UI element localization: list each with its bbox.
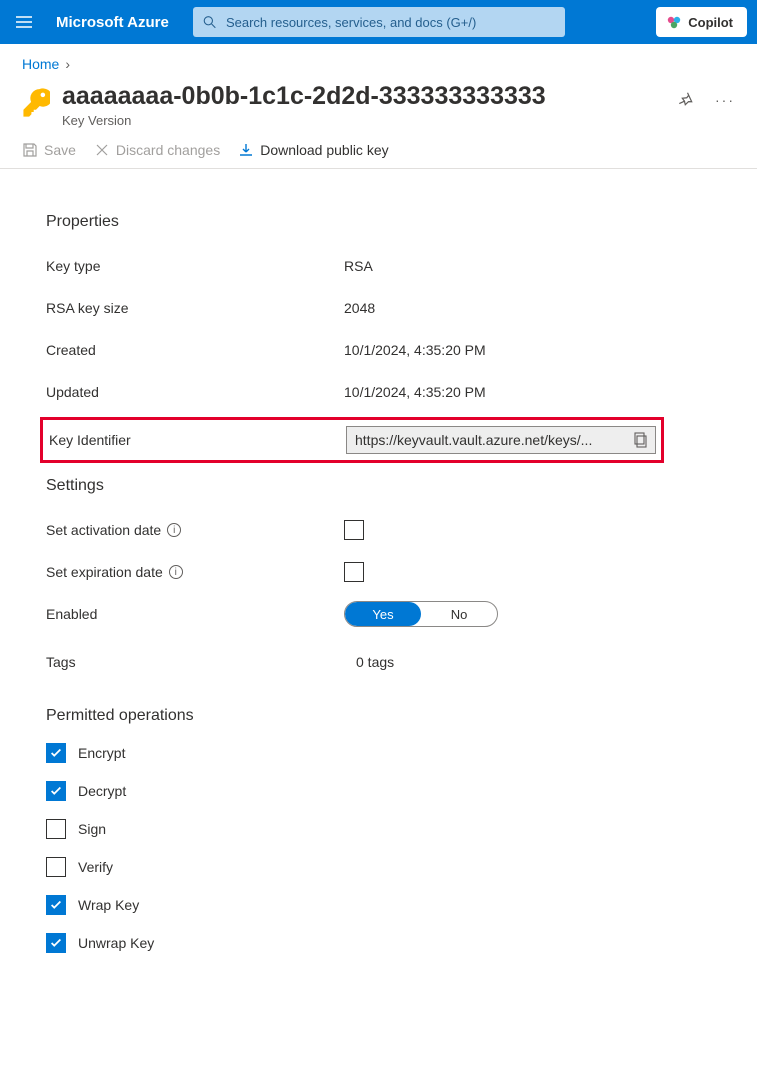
save-label: Save xyxy=(44,142,76,158)
search-box[interactable] xyxy=(193,7,565,37)
download-icon xyxy=(238,142,254,158)
op-label: Wrap Key xyxy=(78,897,139,913)
enabled-no[interactable]: No xyxy=(421,602,497,626)
checkbox-activation-date[interactable] xyxy=(344,520,364,540)
pin-button[interactable] xyxy=(677,90,697,110)
hamburger-icon xyxy=(15,13,33,31)
copilot-icon xyxy=(666,14,682,30)
op-checkbox[interactable] xyxy=(46,781,66,801)
op-item: Verify xyxy=(46,857,735,877)
content-area: Properties Key type RSA RSA key size 204… xyxy=(0,169,757,1011)
op-label: Sign xyxy=(78,821,106,837)
op-item: Wrap Key xyxy=(46,895,735,915)
value-created: 10/1/2024, 4:35:20 PM xyxy=(344,342,486,358)
brand-label: Microsoft Azure xyxy=(56,14,169,31)
label-activation-date-text: Set activation date xyxy=(46,522,161,538)
tags-link[interactable]: 0 tags xyxy=(356,654,394,670)
label-rsa-size: RSA key size xyxy=(46,300,344,316)
save-icon xyxy=(22,142,38,158)
label-updated: Updated xyxy=(46,384,344,400)
info-icon[interactable]: i xyxy=(167,523,181,537)
hamburger-menu[interactable] xyxy=(10,8,38,36)
value-rsa-size: 2048 xyxy=(344,300,375,316)
label-expiration-date-text: Set expiration date xyxy=(46,564,163,580)
op-item: Unwrap Key xyxy=(46,933,735,953)
copilot-button[interactable]: Copilot xyxy=(656,7,747,37)
op-checkbox[interactable] xyxy=(46,743,66,763)
row-enabled: Enabled Yes No xyxy=(46,593,735,635)
value-updated: 10/1/2024, 4:35:20 PM xyxy=(344,384,486,400)
checkbox-expiration-date[interactable] xyxy=(344,562,364,582)
op-label: Unwrap Key xyxy=(78,935,154,951)
op-item: Sign xyxy=(46,819,735,839)
chevron-right-icon: › xyxy=(65,56,70,72)
top-bar: Microsoft Azure Copilot xyxy=(0,0,757,44)
breadcrumb: Home › xyxy=(0,44,757,78)
op-item: Encrypt xyxy=(46,743,735,763)
enabled-yes[interactable]: Yes xyxy=(345,602,421,626)
op-label: Verify xyxy=(78,859,113,875)
breadcrumb-home[interactable]: Home xyxy=(22,56,59,72)
properties-heading: Properties xyxy=(46,213,735,231)
settings-heading: Settings xyxy=(46,477,735,495)
label-created: Created xyxy=(46,342,344,358)
label-activation-date: Set activation date i xyxy=(46,522,344,538)
row-rsa-size: RSA key size 2048 xyxy=(46,287,735,329)
row-key-type: Key type RSA xyxy=(46,245,735,287)
key-icon xyxy=(22,88,50,120)
close-icon xyxy=(94,142,110,158)
row-updated: Updated 10/1/2024, 4:35:20 PM xyxy=(46,371,735,413)
op-label: Encrypt xyxy=(78,745,125,761)
row-key-identifier: Key Identifier https://keyvault.vault.az… xyxy=(40,417,664,463)
enabled-toggle[interactable]: Yes No xyxy=(344,601,498,627)
search-icon xyxy=(203,15,216,29)
op-label: Decrypt xyxy=(78,783,126,799)
discard-button: Discard changes xyxy=(94,142,220,158)
label-key-identifier: Key Identifier xyxy=(43,432,346,448)
page-subtitle: Key Version xyxy=(62,113,546,128)
pin-icon xyxy=(679,92,695,108)
op-item: Decrypt xyxy=(46,781,735,801)
op-checkbox[interactable] xyxy=(46,819,66,839)
copy-icon[interactable] xyxy=(633,432,649,448)
row-activation-date: Set activation date i xyxy=(46,509,735,551)
info-icon[interactable]: i xyxy=(169,565,183,579)
op-checkbox[interactable] xyxy=(46,933,66,953)
key-identifier-field[interactable]: https://keyvault.vault.azure.net/keys/..… xyxy=(346,426,656,454)
value-key-type: RSA xyxy=(344,258,373,274)
label-tags: Tags xyxy=(46,654,344,670)
download-public-key-button[interactable]: Download public key xyxy=(238,142,388,158)
more-icon: ··· xyxy=(715,92,735,108)
row-tags: Tags 0 tags xyxy=(46,641,735,683)
download-label: Download public key xyxy=(260,142,388,158)
row-expiration-date: Set expiration date i xyxy=(46,551,735,593)
page-title: aaaaaaaa-0b0b-1c1c-2d2d-333333333333 xyxy=(62,82,546,111)
label-enabled: Enabled xyxy=(46,606,344,622)
toolbar: Save Discard changes Download public key xyxy=(0,130,757,169)
more-button[interactable]: ··· xyxy=(715,90,735,110)
permitted-operations-list: Encrypt Decrypt Sign Verify Wrap Key Unwrap K… xyxy=(46,743,735,953)
value-key-identifier: https://keyvault.vault.azure.net/keys/..… xyxy=(355,432,627,448)
label-key-type: Key type xyxy=(46,258,344,274)
title-row: aaaaaaaa-0b0b-1c1c-2d2d-333333333333 Key… xyxy=(0,78,757,130)
permitted-heading: Permitted operations xyxy=(46,707,735,725)
row-created: Created 10/1/2024, 4:35:20 PM xyxy=(46,329,735,371)
discard-label: Discard changes xyxy=(116,142,220,158)
search-input[interactable] xyxy=(224,14,555,31)
copilot-label: Copilot xyxy=(688,15,733,30)
label-expiration-date: Set expiration date i xyxy=(46,564,344,580)
save-button: Save xyxy=(22,142,76,158)
op-checkbox[interactable] xyxy=(46,857,66,877)
op-checkbox[interactable] xyxy=(46,895,66,915)
